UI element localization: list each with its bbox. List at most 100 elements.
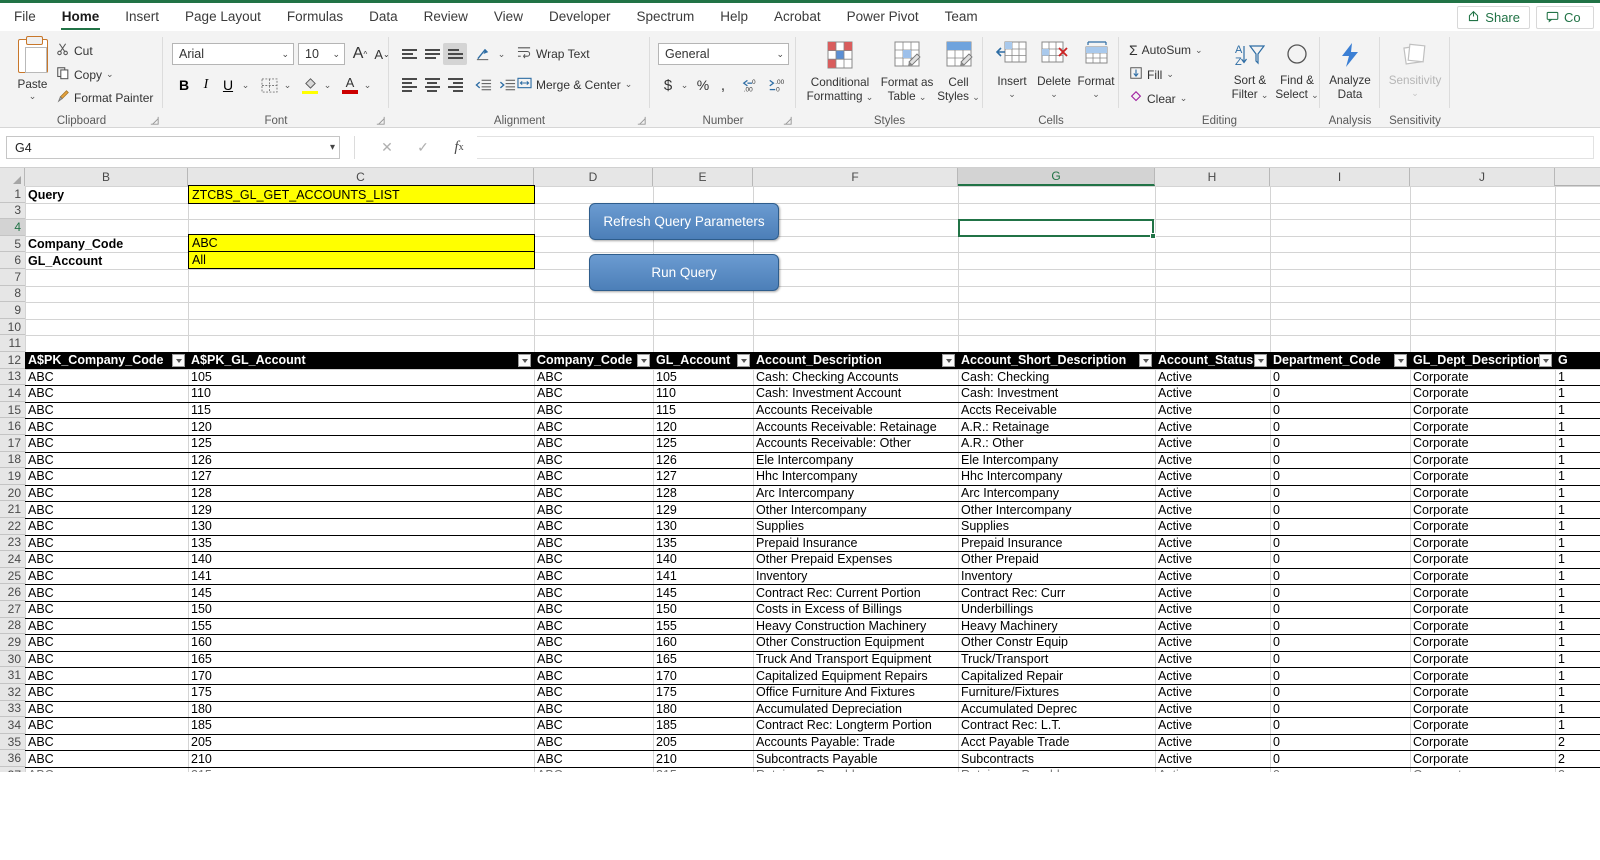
- format-painter-button[interactable]: Format Painter: [56, 89, 153, 106]
- table-cell[interactable]: 129: [188, 501, 534, 518]
- table-cell[interactable]: 0: [1270, 618, 1410, 635]
- tab-acrobat[interactable]: Acrobat: [761, 3, 834, 31]
- run-query-button[interactable]: Run Query: [589, 254, 779, 291]
- tab-file[interactable]: File: [0, 3, 49, 31]
- column-header-J[interactable]: J: [1410, 168, 1555, 186]
- chevron-down-icon[interactable]: ⌄: [1092, 89, 1100, 99]
- table-cell[interactable]: Ele Intercompany: [753, 452, 958, 469]
- table-cell[interactable]: ABC: [534, 468, 653, 485]
- table-header-company-code[interactable]: Company_Code: [534, 352, 653, 369]
- filter-dropdown-gl-account[interactable]: [737, 354, 750, 367]
- table-cell[interactable]: 0: [1270, 501, 1410, 518]
- table-cell[interactable]: 128: [653, 485, 753, 502]
- row-header-28[interactable]: 28: [0, 617, 25, 635]
- column-header-B[interactable]: B: [25, 168, 188, 186]
- table-cell[interactable]: 205: [653, 734, 753, 751]
- select-all-corner[interactable]: [0, 168, 25, 186]
- table-cell[interactable]: 1: [1555, 402, 1600, 419]
- table-cell[interactable]: Corporate: [1410, 369, 1555, 386]
- chevron-down-icon[interactable]: ⌄: [678, 74, 691, 96]
- chevron-down-icon[interactable]: ⌄: [625, 79, 633, 90]
- table-cell[interactable]: 1: [1555, 385, 1600, 402]
- table-cell[interactable]: Corporate: [1410, 385, 1555, 402]
- tab-insert[interactable]: Insert: [112, 3, 172, 31]
- table-cell[interactable]: 160: [653, 634, 753, 651]
- row-header-10[interactable]: 10: [0, 318, 25, 336]
- table-cell[interactable]: Active: [1155, 701, 1270, 718]
- table-cell[interactable]: 1: [1555, 485, 1600, 502]
- table-cell[interactable]: 135: [653, 535, 753, 552]
- table-cell[interactable]: Corporate: [1410, 535, 1555, 552]
- bold-button[interactable]: B: [173, 74, 195, 96]
- table-cell[interactable]: ABC: [534, 551, 653, 568]
- table-cell[interactable]: 125: [653, 435, 753, 452]
- analyze-data-button[interactable]: Analyze Data: [1325, 42, 1375, 101]
- table-cell[interactable]: ABC: [25, 518, 188, 535]
- table-cell[interactable]: 0: [1270, 651, 1410, 668]
- table-cell[interactable]: Supplies: [958, 518, 1155, 535]
- copy-button[interactable]: Copy ⌄: [56, 66, 114, 83]
- column-header-F[interactable]: F: [753, 168, 958, 186]
- table-cell[interactable]: ABC: [534, 435, 653, 452]
- font-dialog-launcher[interactable]: [375, 115, 386, 126]
- table-cell[interactable]: Truck And Transport Equipment: [753, 651, 958, 668]
- table-cell[interactable]: Active: [1155, 435, 1270, 452]
- table-cell[interactable]: ABC: [25, 402, 188, 419]
- sort-filter-button[interactable]: AZ Sort & Filter ⌄: [1226, 42, 1274, 101]
- table-cell[interactable]: Prepaid Insurance: [753, 535, 958, 552]
- table-cell[interactable]: 2: [1555, 750, 1600, 767]
- table-cell[interactable]: Arc Intercompany: [753, 485, 958, 502]
- table-cell[interactable]: 155: [188, 618, 534, 635]
- column-header-I[interactable]: I: [1270, 168, 1410, 186]
- table-cell[interactable]: Active: [1155, 651, 1270, 668]
- row-header-14[interactable]: 14: [0, 385, 25, 402]
- table-cell[interactable]: Truck/Transport: [958, 651, 1155, 668]
- table-header-department-code[interactable]: Department_Code: [1270, 352, 1410, 369]
- tab-formulas[interactable]: Formulas: [274, 3, 356, 31]
- table-cell[interactable]: 0: [1270, 717, 1410, 734]
- percent-format-button[interactable]: %: [693, 74, 713, 96]
- table-cell[interactable]: Subcontracts: [958, 750, 1155, 767]
- table-cell[interactable]: ABC: [534, 618, 653, 635]
- row-header-21[interactable]: 21: [0, 501, 25, 518]
- table-cell[interactable]: 1: [1555, 551, 1600, 568]
- row-header-6[interactable]: 6: [0, 252, 25, 269]
- table-cell[interactable]: 180: [653, 701, 753, 718]
- table-header-account-description[interactable]: Account_Description: [753, 352, 958, 369]
- row-header-7[interactable]: 7: [0, 269, 25, 286]
- table-cell[interactable]: 1: [1555, 701, 1600, 718]
- table-cell[interactable]: Corporate: [1410, 402, 1555, 419]
- row-header-22[interactable]: 22: [0, 518, 25, 535]
- table-cell[interactable]: 0: [1270, 535, 1410, 552]
- table-cell[interactable]: Hhc Intercompany: [753, 468, 958, 485]
- table-cell[interactable]: Inventory: [958, 568, 1155, 585]
- table-cell[interactable]: ABC: [25, 734, 188, 751]
- table-cell[interactable]: ABC: [25, 717, 188, 734]
- table-cell[interactable]: ABC: [25, 468, 188, 485]
- table-cell[interactable]: Accounts Receivable: Retainage: [753, 418, 958, 435]
- table-cell[interactable]: 180: [188, 701, 534, 718]
- cell-C5-company-code-value[interactable]: ABC: [188, 234, 535, 252]
- chevron-down-icon[interactable]: ⌄: [919, 92, 927, 102]
- table-cell[interactable]: 0: [1270, 402, 1410, 419]
- table-cell[interactable]: Hhc Intercompany: [958, 468, 1155, 485]
- table-cell[interactable]: 2: [1555, 734, 1600, 751]
- table-cell[interactable]: Active: [1155, 551, 1270, 568]
- table-cell[interactable]: 145: [188, 584, 534, 601]
- table-cell[interactable]: Contract Rec: Longterm Portion: [753, 717, 958, 734]
- table-cell[interactable]: 0: [1270, 385, 1410, 402]
- table-cell[interactable]: Other Prepaid Expenses: [753, 551, 958, 568]
- clear-button[interactable]: Clear ⌄: [1129, 90, 1187, 107]
- table-cell[interactable]: 1: [1555, 435, 1600, 452]
- tab-view[interactable]: View: [481, 3, 536, 31]
- font-family-select[interactable]: Arial ⌄: [172, 43, 294, 65]
- table-cell[interactable]: ABC: [25, 535, 188, 552]
- table-cell[interactable]: Corporate: [1410, 684, 1555, 701]
- table-cell[interactable]: 120: [188, 418, 534, 435]
- table-cell[interactable]: Prepaid Insurance: [958, 535, 1155, 552]
- chevron-down-icon[interactable]: ⌄: [1411, 88, 1419, 98]
- insert-cells-button[interactable]: Insert ⌄: [991, 40, 1033, 99]
- table-cell[interactable]: ABC: [25, 618, 188, 635]
- table-cell[interactable]: Corporate: [1410, 584, 1555, 601]
- table-cell[interactable]: ABC: [534, 518, 653, 535]
